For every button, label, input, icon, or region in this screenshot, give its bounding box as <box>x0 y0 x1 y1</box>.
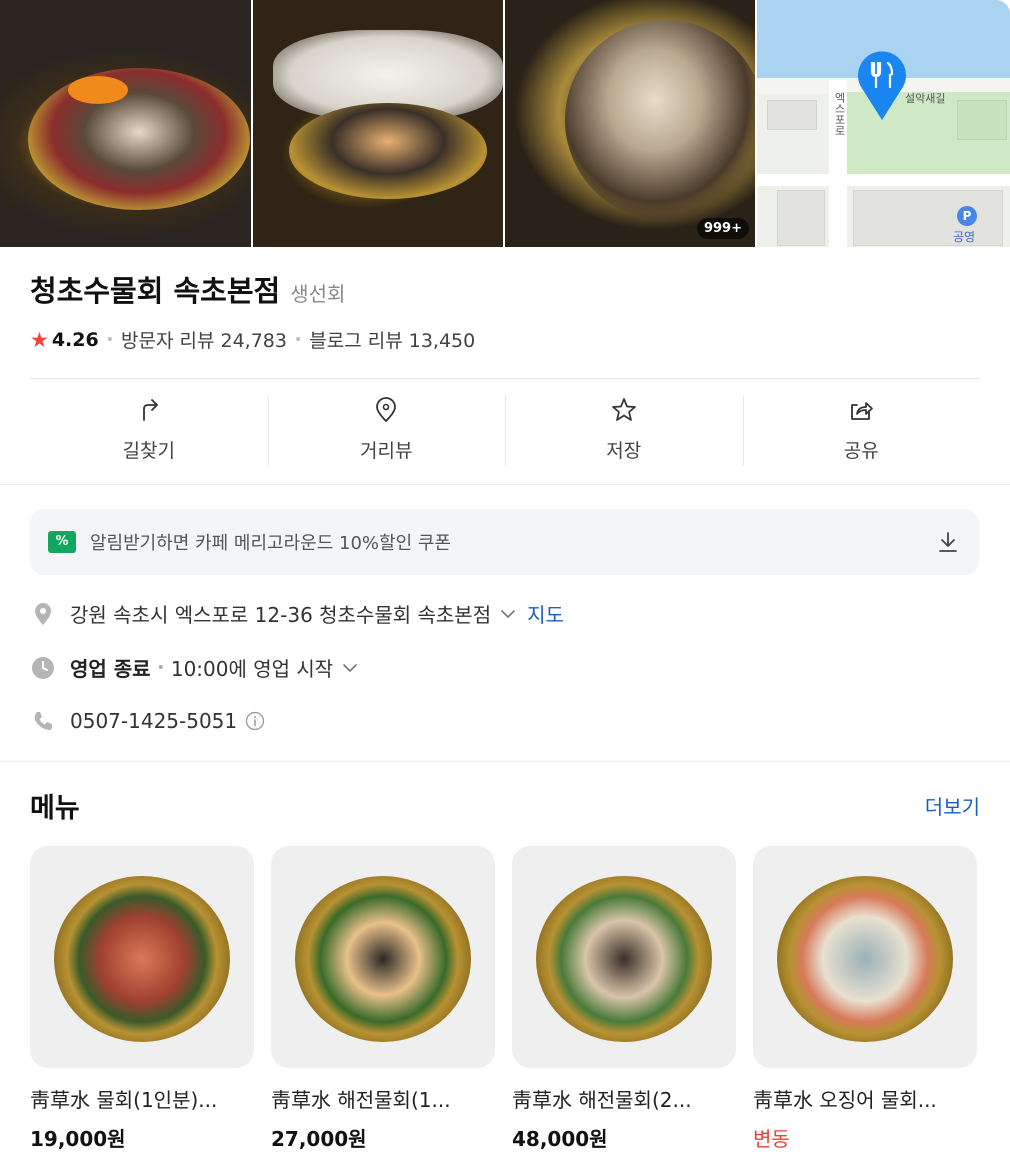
menu-section-header: 메뉴 더보기 <box>30 786 980 825</box>
directions-icon <box>142 399 158 421</box>
menu-item-price: 27,000원 <box>271 1127 367 1151</box>
phone-row: 0507-1425-5051 <box>30 708 265 734</box>
hours-detail: 10:00에 영업 시작 <box>170 657 334 681</box>
gallery-photo-3[interactable]: 999+ <box>505 0 755 247</box>
address-row: 강원 속초시 엑스포로 12-36 청초수물회 속초본점 지도 <box>30 599 564 628</box>
gallery-photo-2[interactable] <box>253 0 503 247</box>
haejeon-mulhoe-dish-image <box>536 876 712 1042</box>
fish-roe-topping <box>68 76 128 104</box>
place-header: 청초수물회 속초본점 생선회 ★ 4.26 • 방문자 리뷰 24,783 • … <box>30 268 980 353</box>
photo-count-badge: 999+ <box>696 218 749 239</box>
location-pin-icon <box>35 602 51 625</box>
action-bar: 길찾기 거리뷰 저장 공유 <box>30 380 980 480</box>
mulhoe-bowl-image <box>289 103 487 199</box>
menu-item[interactable]: 靑草水 물회(1인분)... 19,000원 <box>30 846 254 1152</box>
map-road-label: 설악새길 <box>905 92 946 105</box>
streetview-label: 거리뷰 <box>360 440 413 462</box>
separator-dot: • <box>156 659 165 676</box>
menu-item-image <box>30 846 254 1068</box>
restaurant-pin-icon <box>858 51 906 120</box>
visitor-review-link[interactable]: 방문자 리뷰 24,783 <box>121 326 287 353</box>
info-icon[interactable] <box>245 711 265 731</box>
hours-status: 영업 종료 <box>70 657 151 681</box>
map-building <box>777 190 825 246</box>
clock-icon <box>32 656 54 679</box>
place-category: 생선회 <box>290 282 346 306</box>
map-building <box>767 100 817 130</box>
section-divider <box>0 484 1010 485</box>
parking-label: 공영 <box>953 230 976 244</box>
map-building <box>853 190 1003 246</box>
section-divider <box>0 761 1010 762</box>
haejeon-mulhoe-dish-image <box>295 876 471 1042</box>
directions-button[interactable]: 길찾기 <box>30 380 268 480</box>
gallery-photo-1[interactable] <box>0 0 251 247</box>
phone-number[interactable]: 0507-1425-5051 <box>70 709 237 733</box>
save-label: 저장 <box>606 440 642 462</box>
map-link[interactable]: 지도 <box>527 599 564 628</box>
menu-item[interactable]: 靑草水 오징어 물회... 변동 <box>753 846 977 1152</box>
menu-item-image <box>512 846 736 1068</box>
sliced-fish-closeup-image <box>565 20 755 220</box>
star-icon <box>611 398 636 421</box>
menu-item-price: 19,000원 <box>30 1127 126 1151</box>
map-building <box>957 100 1007 140</box>
menu-item-name: 靑草水 해전물회(2... <box>512 1088 692 1112</box>
menu-item[interactable]: 靑草水 해전물회(1... 27,000원 <box>271 846 495 1152</box>
menu-item-name: 靑草水 물회(1인분)... <box>30 1088 218 1112</box>
menu-list: 靑草水 물회(1인분)... 19,000원 靑草水 해전물회(1... 27,… <box>30 846 980 1152</box>
save-button[interactable]: 저장 <box>505 380 743 480</box>
photo-gallery: 999+ 엑스포로 설악새길 P 공영 <box>0 0 1010 247</box>
map-road-label: 엑스포로 <box>833 92 846 136</box>
place-name: 청초수물회 속초본점 <box>30 274 281 308</box>
divider <box>30 378 980 379</box>
menu-item-price: 변동 <box>753 1127 790 1151</box>
menu-item-price: 48,000원 <box>512 1127 608 1151</box>
coupon-banner[interactable]: % 알림받기하면 카페 메리고라운드 10%할인 쿠폰 <box>30 509 979 575</box>
rating-star-icon: ★ <box>30 327 49 352</box>
mulhoe-dish-image <box>54 876 230 1042</box>
menu-title: 메뉴 <box>30 793 80 824</box>
menu-more-link[interactable]: 더보기 <box>925 791 980 820</box>
share-label: 공유 <box>843 440 879 462</box>
phone-icon <box>34 712 52 730</box>
streetview-button[interactable]: 거리뷰 <box>267 380 506 480</box>
hours-row[interactable]: 영업 종료 • 10:00에 영업 시작 <box>30 653 359 682</box>
directions-label: 길찾기 <box>122 440 175 462</box>
share-button[interactable]: 공유 <box>742 380 981 480</box>
rating-row: ★ 4.26 • 방문자 리뷰 24,783 • 블로그 리뷰 13,450 <box>30 326 980 353</box>
menu-item-name: 靑草水 해전물회(1... <box>271 1088 451 1112</box>
parking-icon: P <box>957 206 977 226</box>
menu-item[interactable]: 靑草水 해전물회(2... 48,000원 <box>512 846 736 1152</box>
coupon-text: 알림받기하면 카페 메리고라운드 10%할인 쿠폰 <box>90 533 451 554</box>
menu-item-image <box>753 846 977 1068</box>
rating-value: 4.26 <box>51 328 99 351</box>
chevron-down-icon[interactable] <box>341 659 359 677</box>
separator-dot: • <box>105 331 114 348</box>
separator-dot: • <box>293 331 303 348</box>
menu-item-image <box>271 846 495 1068</box>
squid-mulhoe-dish-image <box>777 876 953 1042</box>
blog-review-link[interactable]: 블로그 리뷰 13,450 <box>309 326 475 353</box>
menu-item-name: 靑草水 오징어 물회... <box>753 1088 937 1112</box>
address-text[interactable]: 강원 속초시 엑스포로 12-36 청초수물회 속초본점 <box>70 599 491 628</box>
streetview-pin-icon <box>376 397 397 422</box>
coupon-icon: % <box>48 531 76 553</box>
chevron-down-icon[interactable] <box>499 605 517 623</box>
map-road <box>757 174 1010 186</box>
location-map-thumbnail[interactable]: 엑스포로 설악새길 P 공영 <box>757 0 1010 247</box>
share-icon <box>851 402 874 420</box>
mulhoe-bowl-image <box>28 68 250 210</box>
download-icon[interactable] <box>935 529 961 555</box>
